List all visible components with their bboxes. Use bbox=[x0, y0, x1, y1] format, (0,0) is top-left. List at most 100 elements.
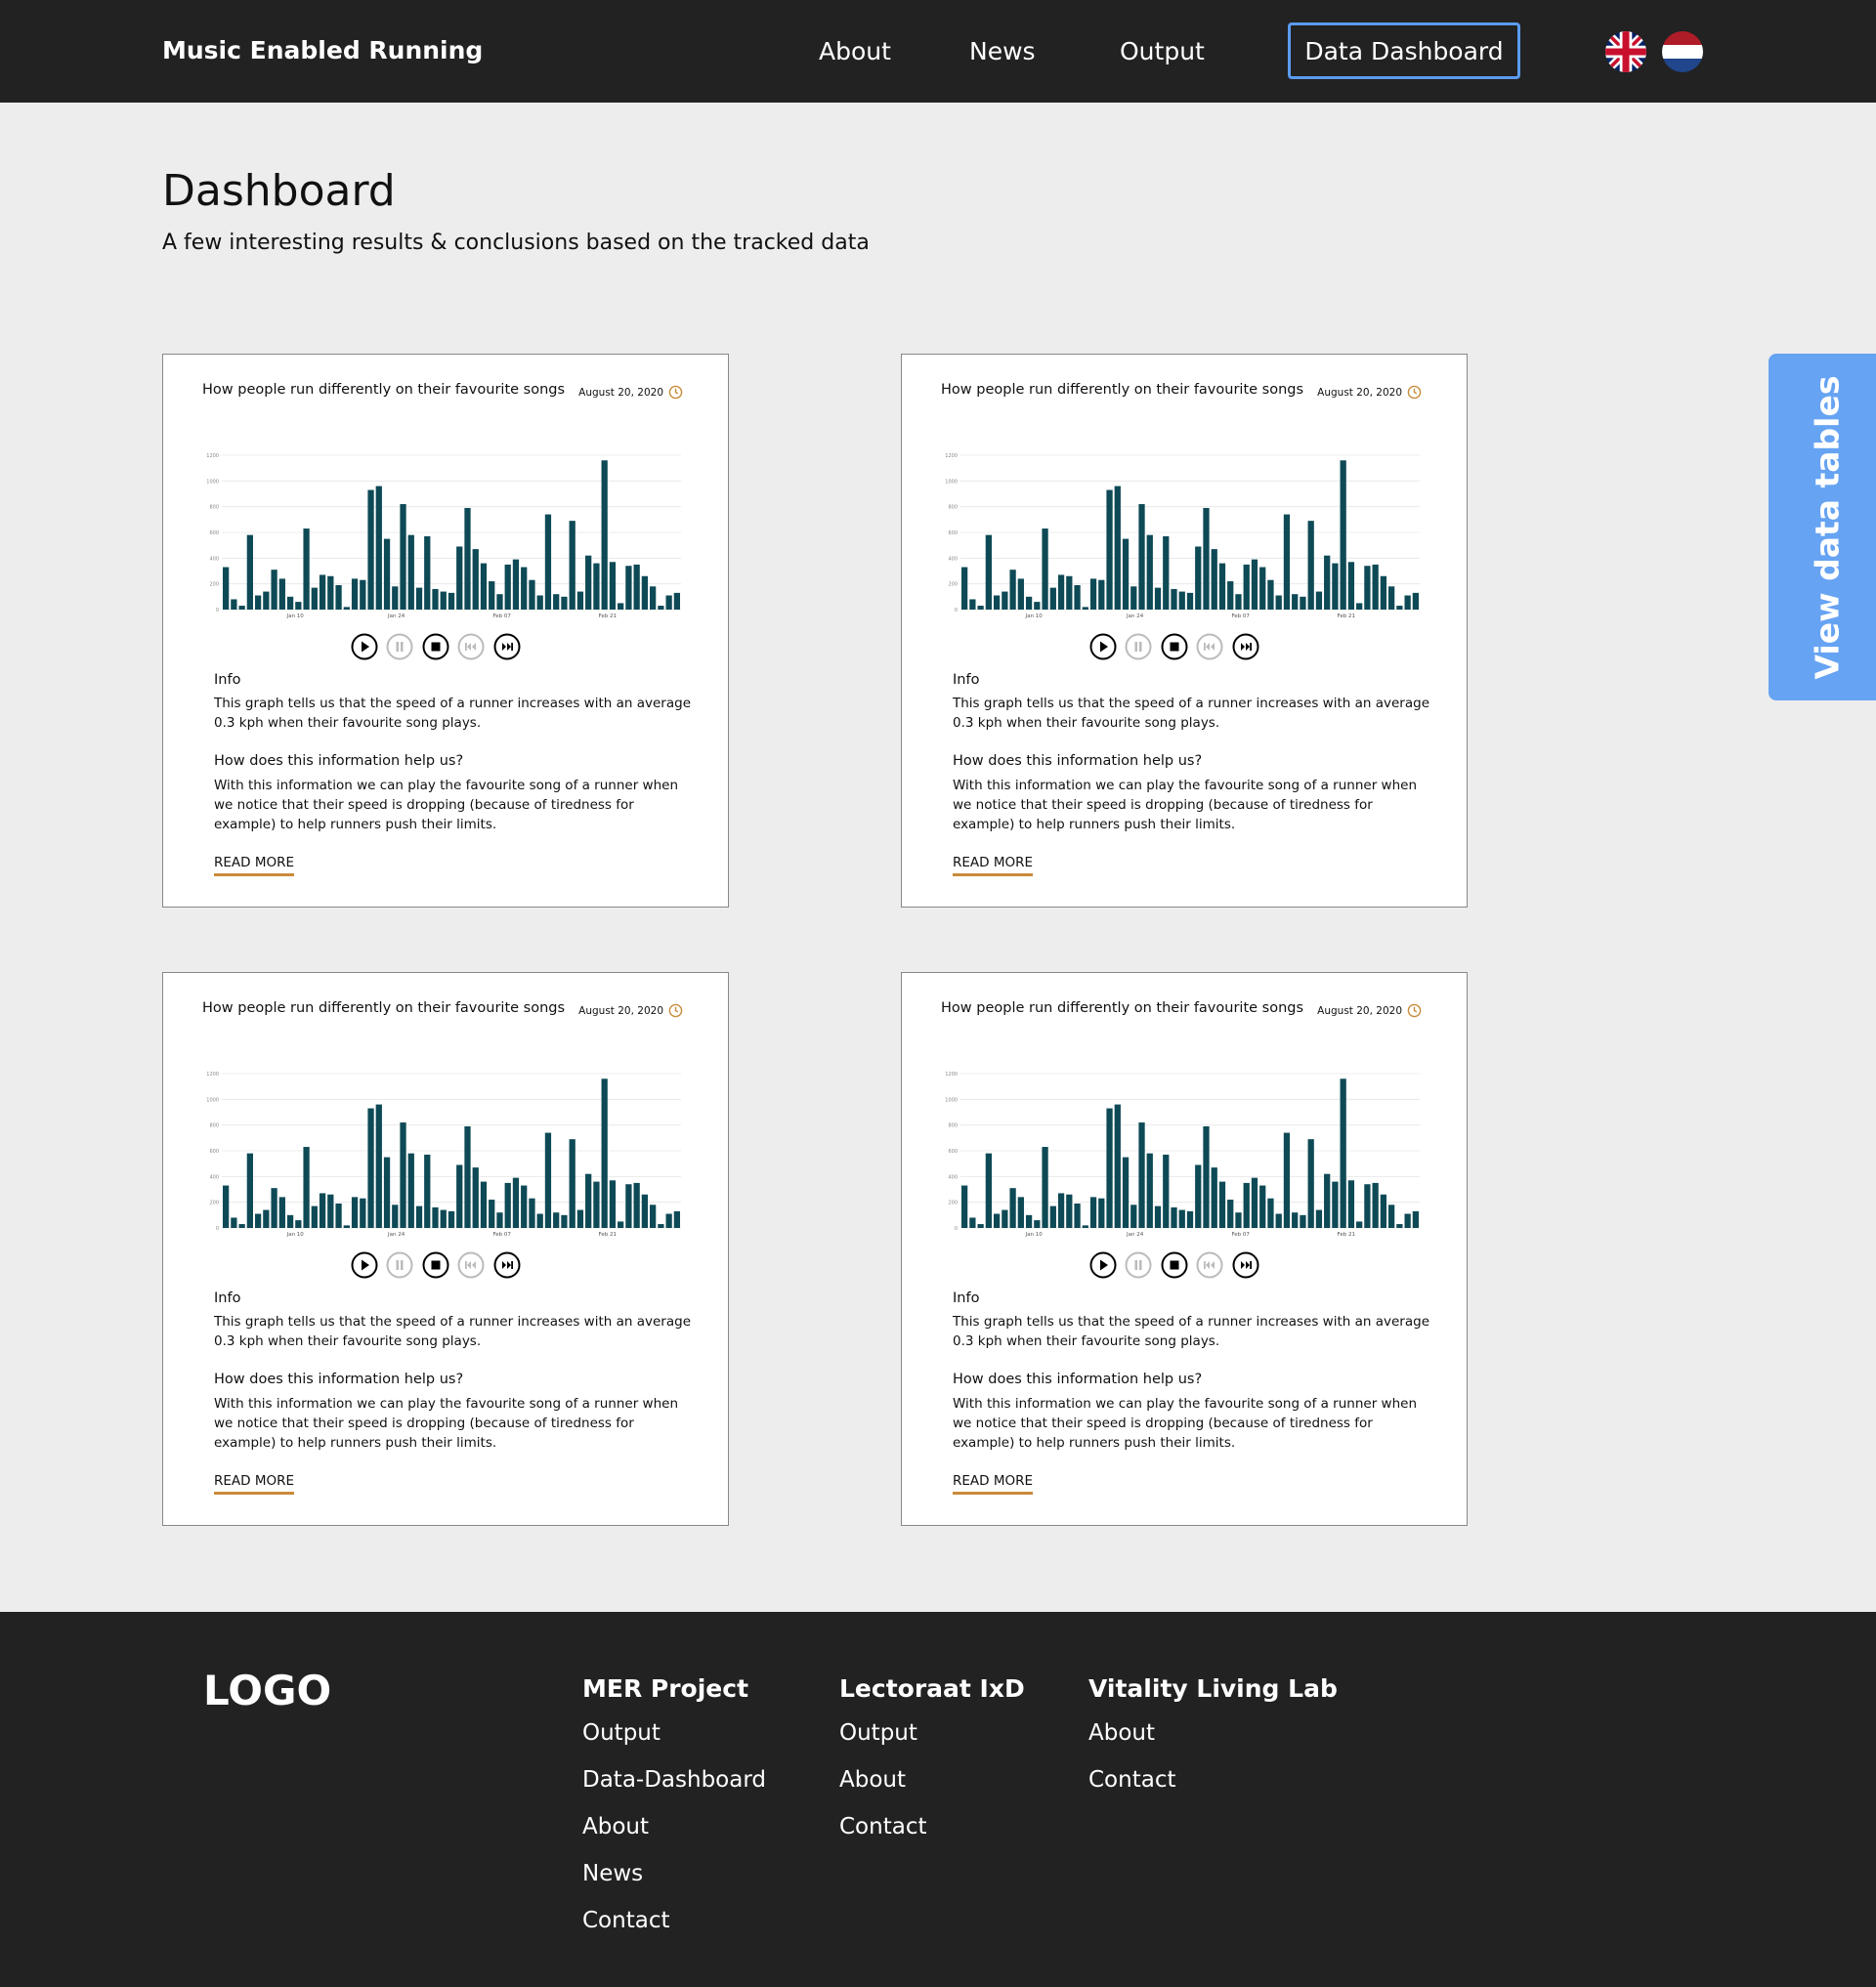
footer-link-data-dashboard[interactable]: Data-Dashboard bbox=[582, 1767, 766, 1814]
chart-bar bbox=[1340, 460, 1346, 610]
previous-icon[interactable] bbox=[457, 633, 485, 660]
chart-y-tick-label: 600 bbox=[948, 530, 958, 536]
play-icon[interactable] bbox=[1089, 633, 1117, 660]
chart-bar bbox=[1163, 1154, 1170, 1228]
chart-y-tick-label: 200 bbox=[209, 582, 219, 588]
chart-bar bbox=[1098, 1198, 1105, 1228]
uk-flag-icon[interactable] bbox=[1605, 31, 1646, 72]
pause-icon[interactable] bbox=[386, 1251, 413, 1279]
nl-flag-icon[interactable] bbox=[1662, 31, 1703, 72]
chart-bar bbox=[1138, 1122, 1145, 1228]
pause-icon[interactable] bbox=[1125, 633, 1152, 660]
chart-bar bbox=[440, 591, 447, 610]
chart-y-tick-label: 1000 bbox=[206, 1097, 219, 1103]
chart-bar bbox=[1211, 549, 1217, 610]
footer-link-output[interactable]: Output bbox=[839, 1720, 1025, 1767]
view-data-tables-label: View data tables bbox=[1808, 375, 1847, 680]
chart-bar bbox=[658, 606, 664, 610]
chart-bar bbox=[665, 595, 672, 610]
next-icon[interactable] bbox=[493, 1251, 521, 1279]
play-icon[interactable] bbox=[351, 1251, 378, 1279]
view-data-tables-tab[interactable]: View data tables bbox=[1769, 354, 1876, 700]
read-more-link[interactable]: READ MORE bbox=[214, 855, 295, 876]
nav-data-dashboard[interactable]: Data Dashboard bbox=[1288, 22, 1520, 79]
chart-bar bbox=[375, 486, 382, 610]
help-text: With this information we can play the fa… bbox=[214, 1396, 678, 1451]
stop-icon[interactable] bbox=[422, 633, 449, 660]
chart-bar bbox=[1275, 595, 1282, 610]
chart-y-tick-label: 1000 bbox=[945, 1097, 958, 1103]
chart-bar bbox=[601, 460, 608, 610]
footer-link-output[interactable]: Output bbox=[582, 1720, 766, 1767]
nav-output[interactable]: Output bbox=[1120, 37, 1205, 65]
pause-icon[interactable] bbox=[1125, 1251, 1152, 1279]
read-more-link[interactable]: READ MORE bbox=[214, 1473, 295, 1495]
stop-icon[interactable] bbox=[1161, 633, 1188, 660]
chart-bar bbox=[1283, 514, 1291, 610]
brand-name[interactable]: Music Enabled Running bbox=[162, 36, 483, 64]
chart-bar bbox=[1396, 606, 1403, 610]
chart-bar bbox=[1356, 1221, 1363, 1228]
chart-x-tick-label: Jan 24 bbox=[387, 613, 405, 619]
footer-link-contact[interactable]: Contact bbox=[839, 1814, 1025, 1861]
read-more-link[interactable]: READ MORE bbox=[953, 1473, 1034, 1495]
footer-link-about[interactable]: About bbox=[839, 1767, 1025, 1814]
stop-icon[interactable] bbox=[422, 1251, 449, 1279]
play-icon[interactable] bbox=[1089, 1251, 1117, 1279]
chart-bar bbox=[392, 586, 399, 610]
chart-bar bbox=[383, 538, 391, 610]
previous-icon[interactable] bbox=[1196, 1251, 1223, 1279]
previous-icon[interactable] bbox=[1196, 633, 1223, 660]
chart-bar bbox=[1275, 1213, 1282, 1228]
chart-bar bbox=[1300, 1214, 1306, 1228]
footer-link-about[interactable]: About bbox=[582, 1814, 766, 1861]
clock-icon bbox=[668, 1003, 683, 1018]
previous-icon[interactable] bbox=[457, 1251, 485, 1279]
chart-bar bbox=[432, 1206, 439, 1228]
chart-bar bbox=[1412, 1210, 1420, 1228]
chart-bar bbox=[969, 599, 976, 610]
stop-icon[interactable] bbox=[1161, 1251, 1188, 1279]
chart-x-tick-label: Feb 21 bbox=[599, 613, 618, 619]
nav-about[interactable]: About bbox=[819, 37, 891, 65]
chart-bar bbox=[1042, 528, 1048, 610]
chart-bar bbox=[544, 1132, 552, 1228]
chart-bar bbox=[311, 1205, 318, 1228]
chart-bar bbox=[295, 1220, 302, 1228]
next-icon[interactable] bbox=[493, 633, 521, 660]
next-icon[interactable] bbox=[1232, 633, 1259, 660]
footer-logo[interactable]: LOGO bbox=[203, 1667, 331, 1714]
play-icon[interactable] bbox=[351, 633, 378, 660]
chart-bar bbox=[544, 514, 552, 610]
chart-bar bbox=[1340, 1078, 1346, 1228]
nav-news[interactable]: News bbox=[969, 37, 1036, 65]
chart-bar bbox=[569, 521, 576, 610]
chart-bar bbox=[1324, 1173, 1331, 1228]
footer-link-contact[interactable]: Contact bbox=[1088, 1767, 1338, 1814]
next-icon[interactable] bbox=[1232, 1251, 1259, 1279]
chart-bar bbox=[1106, 489, 1113, 610]
chart-bar bbox=[1163, 535, 1170, 610]
chart-y-tick-label: 600 bbox=[948, 1149, 958, 1155]
clock-icon bbox=[1407, 1003, 1422, 1018]
chart-bar bbox=[665, 1213, 672, 1228]
footer-link-news[interactable]: News bbox=[582, 1861, 766, 1908]
chart-bar bbox=[673, 1210, 681, 1228]
chart-bar bbox=[319, 574, 326, 610]
chart-bar bbox=[1267, 1198, 1274, 1228]
chart-bar bbox=[1324, 555, 1331, 610]
footer-link-contact[interactable]: Contact bbox=[582, 1908, 766, 1955]
footer-link-about[interactable]: About bbox=[1088, 1720, 1338, 1767]
chart-y-tick-label: 1000 bbox=[206, 479, 219, 485]
chart-y-tick-label: 0 bbox=[955, 1226, 958, 1232]
chart-bar bbox=[456, 1164, 463, 1228]
chart-bar bbox=[1049, 1205, 1056, 1228]
chart-y-tick-label: 200 bbox=[948, 1201, 958, 1206]
dashboard-card: How people run differently on their favo… bbox=[901, 354, 1468, 908]
chart-bar bbox=[1396, 1224, 1403, 1228]
chart-bar bbox=[480, 1181, 488, 1228]
chart-y-tick-label: 800 bbox=[948, 1123, 958, 1129]
chart-bar bbox=[512, 559, 520, 610]
pause-icon[interactable] bbox=[386, 633, 413, 660]
read-more-link[interactable]: READ MORE bbox=[953, 855, 1034, 876]
